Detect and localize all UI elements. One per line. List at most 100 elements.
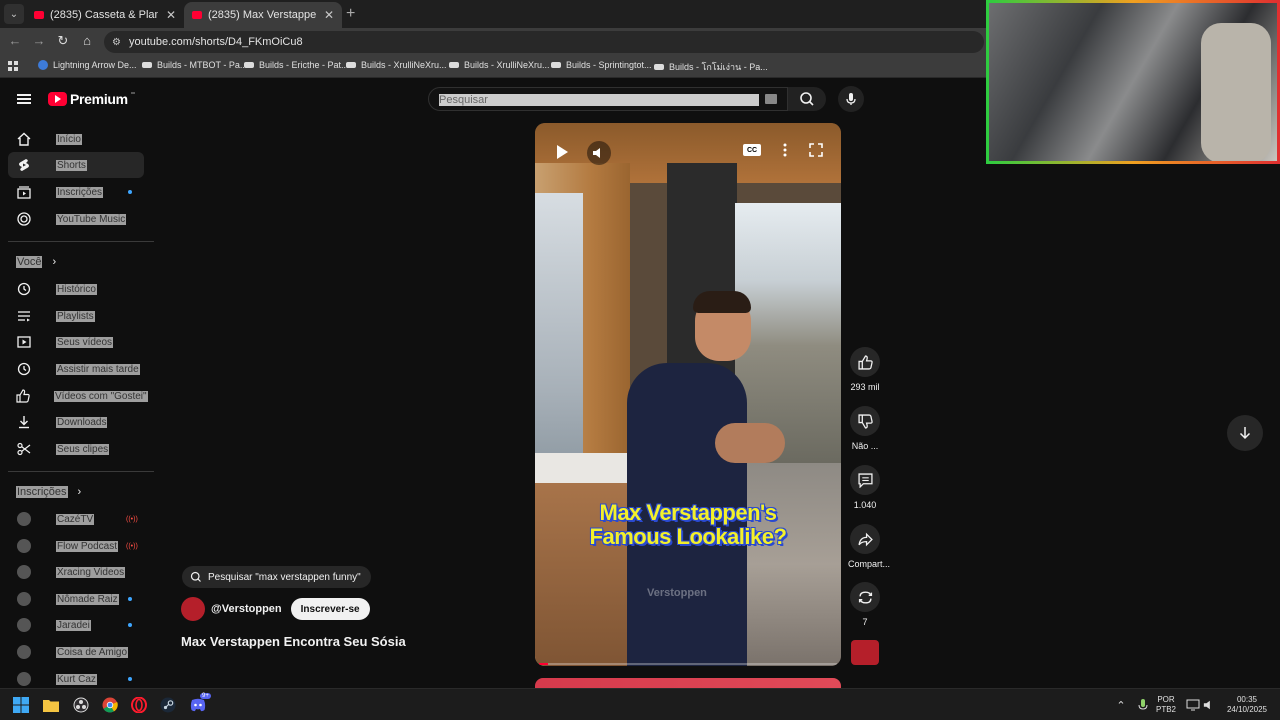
sidebar-item-subscription[interactable]: Nômade Raiz (8, 586, 144, 612)
play-button[interactable] (551, 141, 573, 163)
avatar[interactable] (181, 597, 205, 621)
thumbs-down-icon (857, 413, 873, 429)
search-suggestion-chip[interactable]: Pesquisar "max verstappen funny" (182, 566, 371, 588)
comment-count: 1.040 (853, 500, 877, 510)
sidebar-section-subscriptions[interactable]: Inscrições › (16, 486, 81, 498)
comments-button[interactable] (850, 465, 880, 495)
sidebar-item-youtube-music[interactable]: YouTube Music (8, 206, 144, 232)
video-title[interactable]: Max Verstappen Encontra Seu Sósia (181, 634, 406, 649)
chrome-icon[interactable] (102, 697, 118, 713)
discord-icon[interactable] (190, 697, 206, 713)
home-icon[interactable]: ⌂ (78, 33, 96, 48)
sidebar-item-your-clips[interactable]: Seus clipes (8, 436, 144, 462)
volume-icon[interactable] (1201, 697, 1217, 713)
download-icon (16, 414, 32, 430)
dislike-button[interactable] (850, 406, 880, 436)
microphone-icon[interactable] (1135, 697, 1151, 713)
bookmark-item[interactable]: Builds - โกโม่เง่าน - Pa... (654, 60, 768, 74)
microphone-icon (846, 93, 856, 105)
sidebar-item-watch-later[interactable]: Assistir mais tarde (8, 356, 144, 382)
browser-tab-2[interactable]: (2835) Max Verstappen Finds H ✕ (184, 2, 342, 28)
bookmark-item[interactable]: Builds - XrulliNeXru... (449, 60, 550, 70)
youtube-logo[interactable]: Premium (48, 91, 135, 107)
bookmark-item[interactable]: Builds - XrulliNeXru... (346, 60, 447, 70)
volume-button[interactable] (587, 141, 611, 165)
bookmark-favicon-icon (142, 62, 152, 68)
bookmark-item[interactable]: Builds - Sprintingtot... (551, 60, 652, 70)
history-icon (16, 281, 32, 297)
steam-icon[interactable] (160, 697, 176, 713)
obs-icon[interactable] (73, 697, 89, 713)
reload-icon[interactable]: ↻ (54, 33, 72, 49)
chevron-right-icon: › (77, 486, 82, 498)
bookmark-favicon-icon (449, 62, 459, 68)
sidebar-item-home[interactable]: Início (8, 126, 144, 152)
forward-icon[interactable]: → (30, 33, 48, 48)
apps-grid-icon[interactable] (8, 61, 18, 71)
more-options-icon[interactable] (779, 141, 791, 159)
sidebar-item-label: Seus clipes (56, 443, 110, 455)
next-video-button[interactable] (1227, 415, 1263, 451)
sidebar-item-subscription[interactable]: Jaradei (8, 612, 144, 638)
search-button[interactable] (788, 87, 826, 111)
captions-button[interactable]: CC (743, 144, 761, 156)
opera-icon[interactable] (131, 697, 147, 713)
browser-tab-1[interactable]: (2835) Casseta & Planeta Urgen ✕ (26, 2, 184, 28)
chevron-up-icon[interactable]: ⌃ (1113, 697, 1129, 713)
search-input[interactable] (439, 92, 759, 107)
tab-search-button[interactable]: ⌄ (4, 4, 24, 24)
sidebar-item-history[interactable]: Histórico (8, 276, 144, 302)
subscribe-button[interactable]: Inscrever-se (290, 598, 370, 620)
address-bar[interactable]: ⚙ youtube.com/shorts/D4_FKmOiCu8 (104, 31, 984, 53)
file-explorer-icon[interactable] (43, 697, 59, 713)
dislike-action: Não ... (848, 406, 882, 451)
youtube-favicon-icon (34, 11, 44, 19)
arrow-down-icon (1239, 427, 1251, 440)
sidebar-item-subscription[interactable]: Flow Podcast ((•)) (8, 533, 144, 559)
back-icon[interactable]: ← (6, 33, 24, 48)
sidebar-item-subscription[interactable]: CazéTV ((•)) (8, 506, 144, 532)
thumbs-up-icon (16, 388, 30, 404)
sidebar-item-playlists[interactable]: Playlists (8, 303, 144, 329)
sidebar-item-label: Shorts (56, 159, 87, 171)
channel-name[interactable]: @Verstoppen (211, 603, 282, 615)
like-button[interactable] (850, 347, 880, 377)
bookmark-item[interactable]: Lightning Arrow De... (38, 60, 137, 70)
logo-text: Premium (70, 91, 128, 107)
your-videos-icon (16, 334, 32, 350)
progress-bar[interactable] (539, 663, 837, 665)
sidebar-item-subscriptions[interactable]: Inscrições (8, 179, 144, 205)
sidebar-item-your-videos[interactable]: Seus vídeos (8, 329, 144, 355)
share-button[interactable] (850, 524, 880, 554)
sidebar-item-label: Playlists (56, 310, 95, 322)
sidebar-item-downloads[interactable]: Downloads (8, 409, 144, 435)
channel-avatar (17, 512, 31, 526)
windows-start-icon[interactable] (13, 697, 29, 713)
sidebar-section-you[interactable]: Você › (16, 256, 56, 268)
shorts-player[interactable]: CC Max Verstappen's Famous Lookalike? Ve… (535, 123, 841, 666)
menu-icon[interactable] (17, 94, 31, 104)
bookmark-item[interactable]: Builds - Ericthe - Pat... (244, 60, 349, 70)
remix-button[interactable] (850, 582, 880, 612)
clock[interactable]: 00:35 24/10/2025 (1224, 695, 1270, 715)
site-info-icon[interactable]: ⚙ (112, 37, 121, 48)
bookmark-item[interactable]: Builds - MTBOT - Pa... (142, 60, 247, 70)
sidebar-item-subscription[interactable]: Coisa de Amigo (8, 639, 144, 665)
close-tab-icon[interactable]: ✕ (166, 8, 176, 22)
channel-thumbnail[interactable] (851, 640, 879, 665)
sidebar-item-label: Xracing Videos (56, 566, 126, 578)
sidebar-item-label: Seus vídeos (56, 336, 114, 348)
fullscreen-icon[interactable] (807, 141, 825, 159)
network-icon[interactable] (1185, 697, 1201, 713)
voice-search-button[interactable] (838, 86, 864, 112)
sidebar-item-liked-videos[interactable]: Vídeos com "Gostei" (8, 383, 148, 409)
sidebar-item-subscription[interactable]: Xracing Videos (8, 559, 144, 585)
close-tab-icon[interactable]: ✕ (324, 8, 334, 22)
country-code-badge (130, 92, 135, 94)
taskbar: 9+ ⌃ POR PTB2 00:35 24/10/2025 (0, 688, 1280, 720)
sidebar-item-shorts[interactable]: Shorts (8, 152, 144, 178)
new-tab-icon[interactable]: + (346, 5, 355, 23)
sidebar-item-label: Histórico (56, 283, 97, 295)
language-indicator[interactable]: POR PTB2 (1156, 695, 1176, 715)
keyboard-icon[interactable] (765, 94, 777, 104)
